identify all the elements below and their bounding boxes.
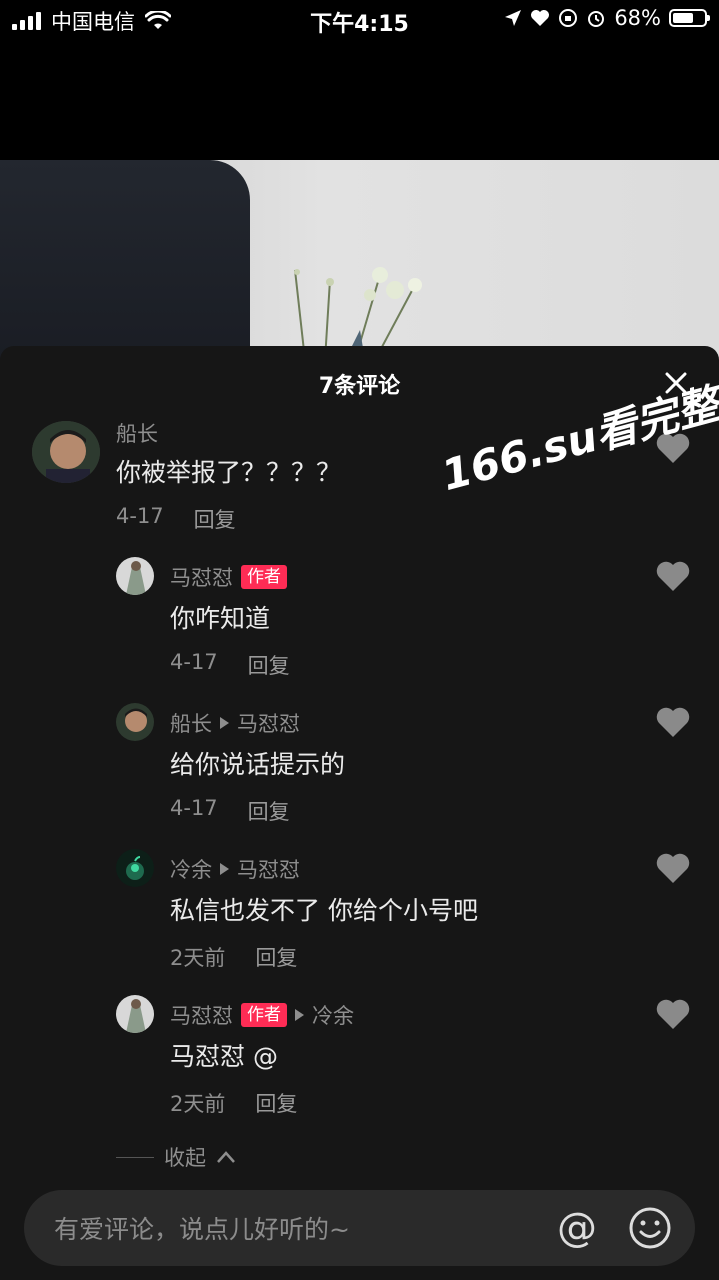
reply-button[interactable]: 回复 [248, 650, 290, 680]
comment-text: 你咋知道 [170, 604, 271, 633]
battery-icon [669, 9, 710, 27]
heart-icon[interactable] [655, 852, 691, 884]
comment-username[interactable]: 船长 [170, 708, 212, 738]
heart-status-icon [531, 10, 550, 26]
emoji-icon[interactable] [628, 1206, 672, 1250]
divider [116, 1156, 154, 1158]
reply-to-arrow-icon [220, 717, 229, 729]
avatar[interactable] [116, 557, 154, 595]
collapse-label: 收起 [164, 1146, 206, 1170]
heart-icon[interactable] [655, 998, 691, 1030]
comment-username[interactable]: 马怼怼 [170, 1000, 233, 1030]
comment-username[interactable]: 船长 [116, 418, 158, 448]
comment-panel: 7条评论 [0, 346, 719, 1280]
video-person [0, 160, 250, 360]
reply-to-arrow-icon [295, 1009, 304, 1021]
author-badge: 作者 [241, 1003, 287, 1027]
comment-count-title: 7条评论 [318, 374, 401, 399]
comment-time: 2天前 [170, 1092, 226, 1116]
reply-button[interactable]: 回复 [255, 1088, 297, 1118]
comment-time: 2天前 [170, 946, 226, 970]
avatar[interactable] [116, 849, 154, 887]
heart-icon[interactable] [655, 706, 691, 738]
comment-username[interactable]: 冷余 [170, 854, 212, 884]
video-preview[interactable] [0, 160, 719, 360]
comment-input[interactable] [52, 1190, 536, 1268]
comment-text: 给你说话提示的 [170, 750, 346, 779]
reply-button[interactable]: 回复 [248, 796, 290, 826]
chevron-up-icon [217, 1151, 235, 1163]
reply-target-username[interactable]: 冷余 [312, 1000, 354, 1030]
battery-percent: 68% [614, 6, 661, 30]
location-icon [505, 10, 522, 26]
reply-target-username[interactable]: 马怼怼 [237, 854, 300, 884]
rotation-lock-icon [559, 9, 578, 27]
comment-username[interactable]: 马怼怼 [170, 562, 233, 592]
comment-time: 4-17 [116, 504, 164, 528]
reply-to-arrow-icon [220, 863, 229, 875]
comment-time: 4-17 [170, 796, 218, 820]
alarm-icon [588, 11, 605, 27]
collapse-replies-button[interactable]: 收起 [116, 1142, 236, 1172]
avatar[interactable] [32, 421, 100, 483]
mention-button[interactable]: @ [554, 1202, 600, 1254]
author-badge: 作者 [241, 565, 287, 589]
comment-text: 私信也发不了 你给个小号吧 [170, 896, 478, 925]
plant-image [294, 267, 422, 360]
reply-target-username[interactable]: 马怼怼 [237, 708, 300, 738]
avatar[interactable] [116, 703, 154, 741]
heart-icon[interactable] [655, 560, 691, 592]
comment-text: 马怼怼 @ [170, 1042, 278, 1071]
status-bar: 中国电信 下午4:15 68% [0, 0, 719, 40]
reply-button[interactable]: 回复 [255, 942, 297, 972]
reply-button[interactable]: 回复 [194, 504, 236, 534]
avatar[interactable] [116, 995, 154, 1033]
comment-input-bar: @ [24, 1190, 695, 1268]
comment-text: 你被举报了？？？？ [116, 458, 342, 487]
comment-time: 4-17 [170, 650, 218, 674]
